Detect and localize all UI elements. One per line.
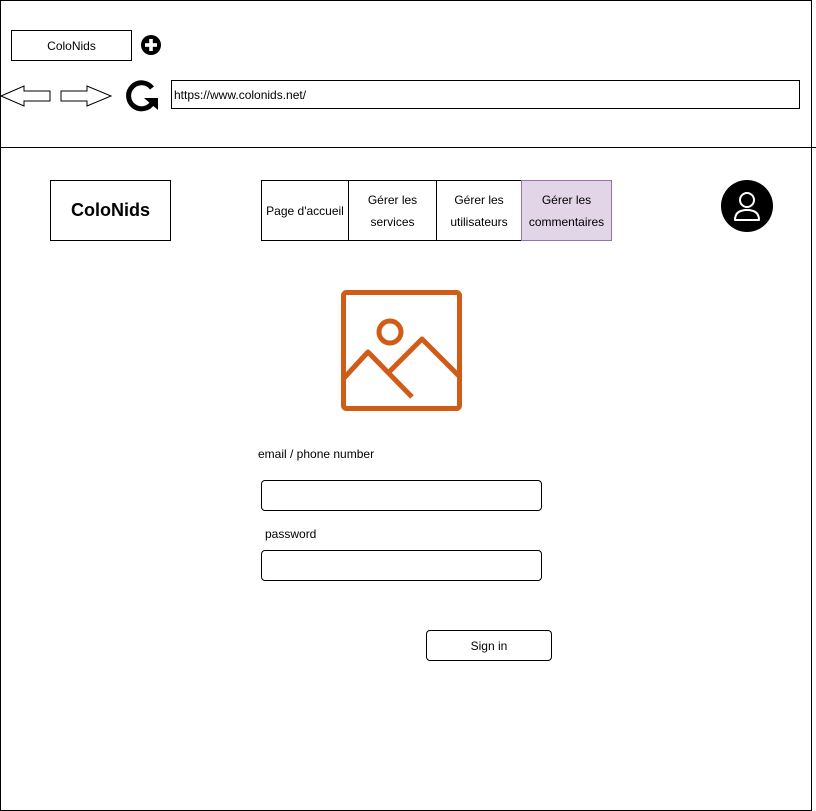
password-field[interactable] [261,550,542,581]
browser-tab-label: ColoNids [47,38,96,53]
user-icon[interactable] [721,180,773,232]
arrow-left-icon[interactable] [0,84,52,108]
nav-item-services[interactable]: Gérer les services [348,180,437,241]
nav-item-label: Gérer les commentaires [528,192,605,229]
nav-item-label: Page d'accueil [266,203,344,218]
sign-in-button[interactable]: Sign in [426,630,552,661]
address-bar[interactable]: https://www.colonids.net/ [171,80,800,109]
email-field[interactable] [261,480,542,511]
image-placeholder-icon [341,290,462,411]
chrome-divider [0,147,816,148]
nav-item-commentaires[interactable]: Gérer les commentaires [521,180,612,241]
address-bar-text: https://www.colonids.net/ [174,87,307,102]
nav-item-accueil[interactable]: Page d'accueil [261,180,349,241]
nav-item-utilisateurs[interactable]: Gérer les utilisateurs [436,180,522,241]
site-logo[interactable]: ColoNids [50,180,171,241]
email-label: email / phone number [258,447,375,461]
browser-tab[interactable]: ColoNids [11,30,132,61]
site-logo-text: ColoNids [71,200,150,220]
nav-item-label: Gérer les utilisateurs [450,192,508,229]
nav-item-label: Gérer les services [367,192,418,229]
reload-icon[interactable] [122,78,160,114]
plus-circle-icon[interactable] [140,34,162,56]
password-label: password [265,527,317,541]
arrow-right-icon[interactable] [60,84,112,108]
